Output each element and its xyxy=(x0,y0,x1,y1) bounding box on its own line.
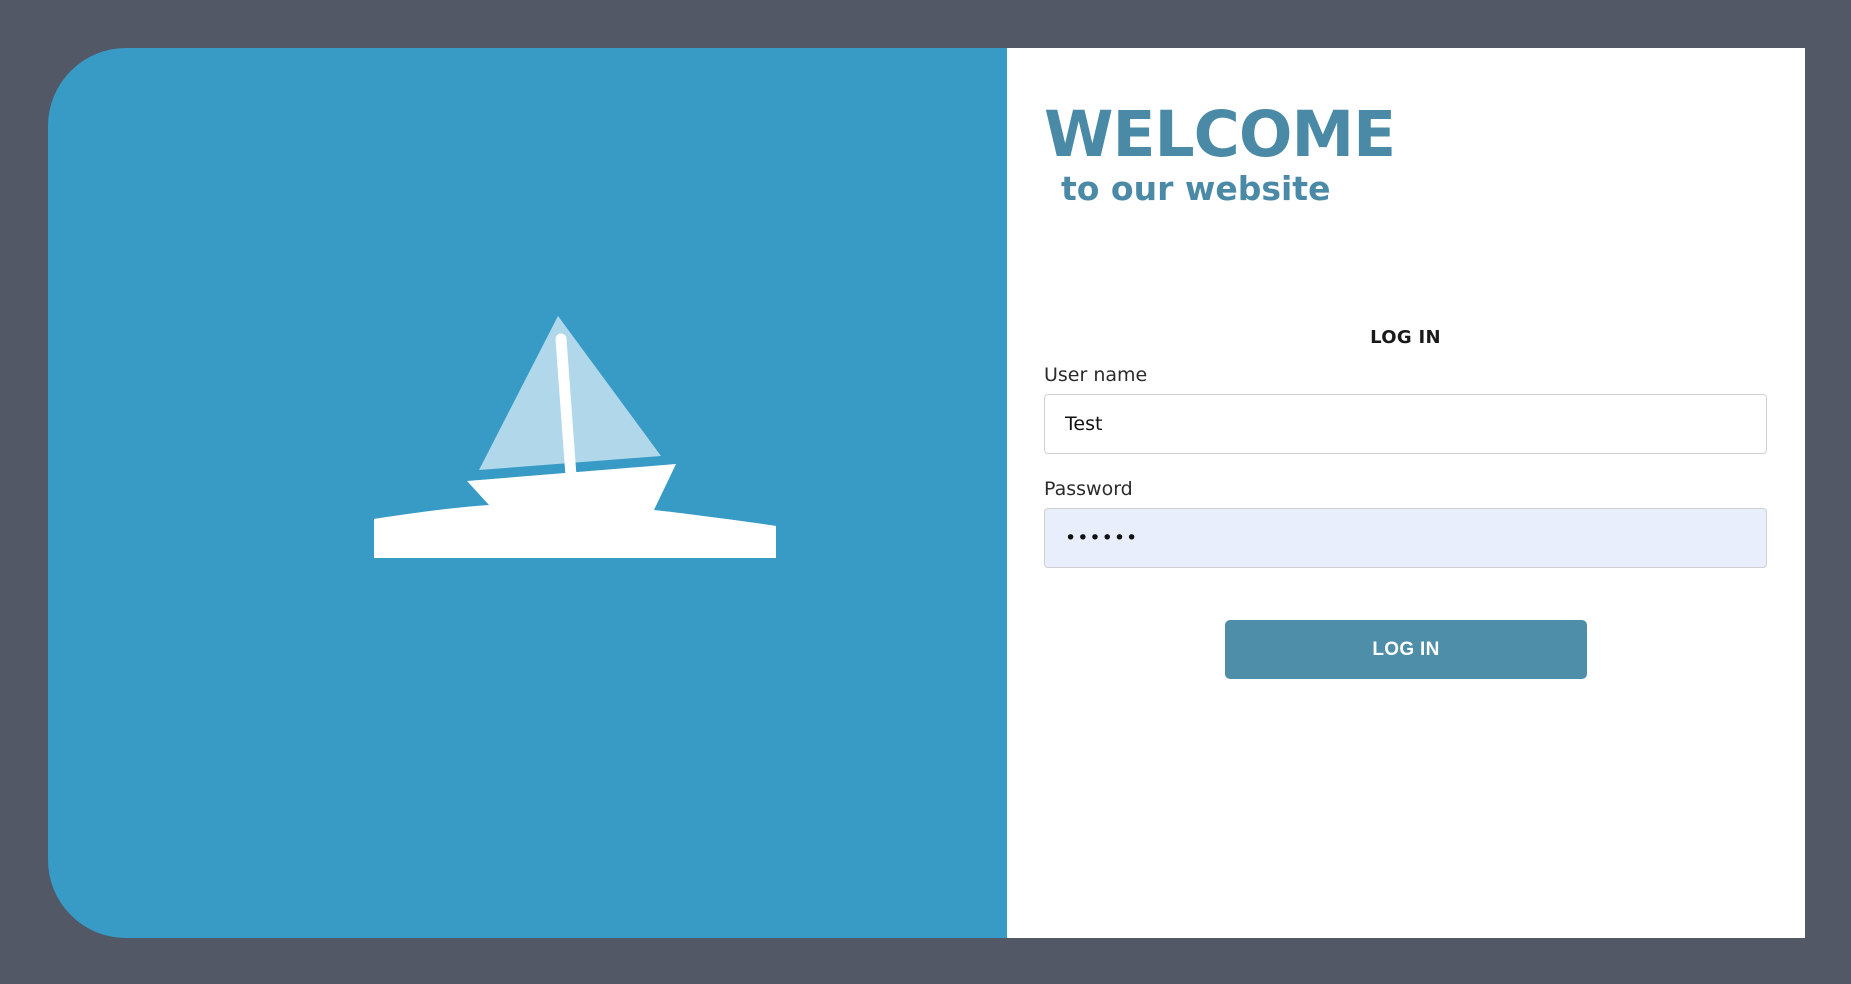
password-input[interactable] xyxy=(1044,508,1767,568)
username-input[interactable] xyxy=(1044,394,1767,454)
form-panel: WELCOME to our website LOG IN User name … xyxy=(1007,48,1805,938)
username-label: User name xyxy=(1044,364,1148,386)
page: WELCOME to our website LOG IN User name … xyxy=(0,0,1851,984)
login-heading: LOG IN xyxy=(1370,327,1441,348)
password-label: Password xyxy=(1044,478,1133,500)
sailboat-icon xyxy=(374,316,776,558)
login-card: WELCOME to our website LOG IN User name … xyxy=(48,48,1805,938)
login-button[interactable]: LOG IN xyxy=(1225,620,1587,679)
hero-panel xyxy=(48,48,1007,938)
welcome-title: WELCOME xyxy=(1044,98,1396,171)
welcome-subtitle: to our website xyxy=(1061,169,1331,208)
